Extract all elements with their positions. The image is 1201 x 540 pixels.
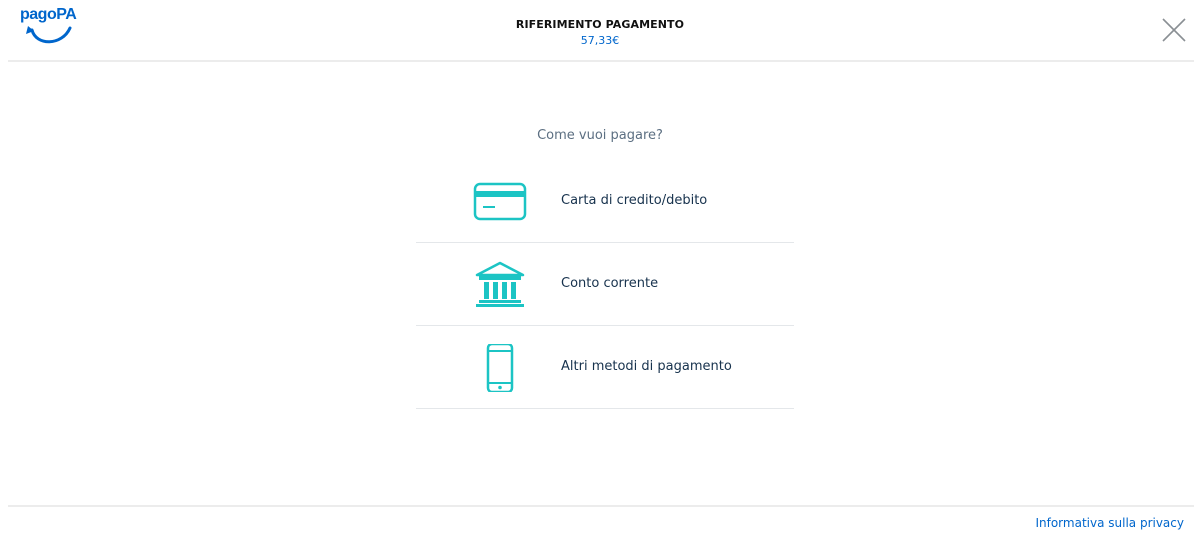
close-button[interactable] — [1160, 16, 1188, 44]
close-icon — [1162, 18, 1186, 42]
payment-page: pagoPA RIFERIMENTO PAGAMENTO 57,33€ Come… — [0, 0, 1201, 540]
method-label: Conto corrente — [561, 276, 659, 291]
method-bank-account[interactable]: Conto corrente — [416, 243, 794, 326]
privacy-link[interactable]: Informativa sulla privacy — [1035, 516, 1184, 530]
method-label: Altri metodi di pagamento — [561, 359, 732, 374]
method-label: Carta di credito/debito — [561, 193, 708, 208]
payment-method-list: Carta di credito/debito Conto corrente A… — [416, 160, 794, 409]
footer-divider — [8, 505, 1194, 507]
header: pagoPA RIFERIMENTO PAGAMENTO 57,33€ — [0, 0, 1201, 60]
payment-question: Come vuoi pagare? — [537, 128, 663, 143]
header-divider — [8, 60, 1194, 62]
method-credit-card[interactable]: Carta di credito/debito — [416, 160, 794, 243]
method-other[interactable]: Altri metodi di pagamento — [416, 326, 794, 409]
bank-icon — [475, 261, 525, 307]
reference-title: RIFERIMENTO PAGAMENTO — [515, 18, 685, 31]
logo-arc-icon — [26, 26, 72, 44]
credit-card-icon — [473, 182, 527, 221]
pagopa-logo: pagoPA — [18, 6, 78, 50]
smartphone-icon — [486, 344, 514, 392]
payment-reference: RIFERIMENTO PAGAMENTO 57,33€ — [450, 18, 750, 47]
payment-amount: 57,33€ — [580, 34, 620, 47]
